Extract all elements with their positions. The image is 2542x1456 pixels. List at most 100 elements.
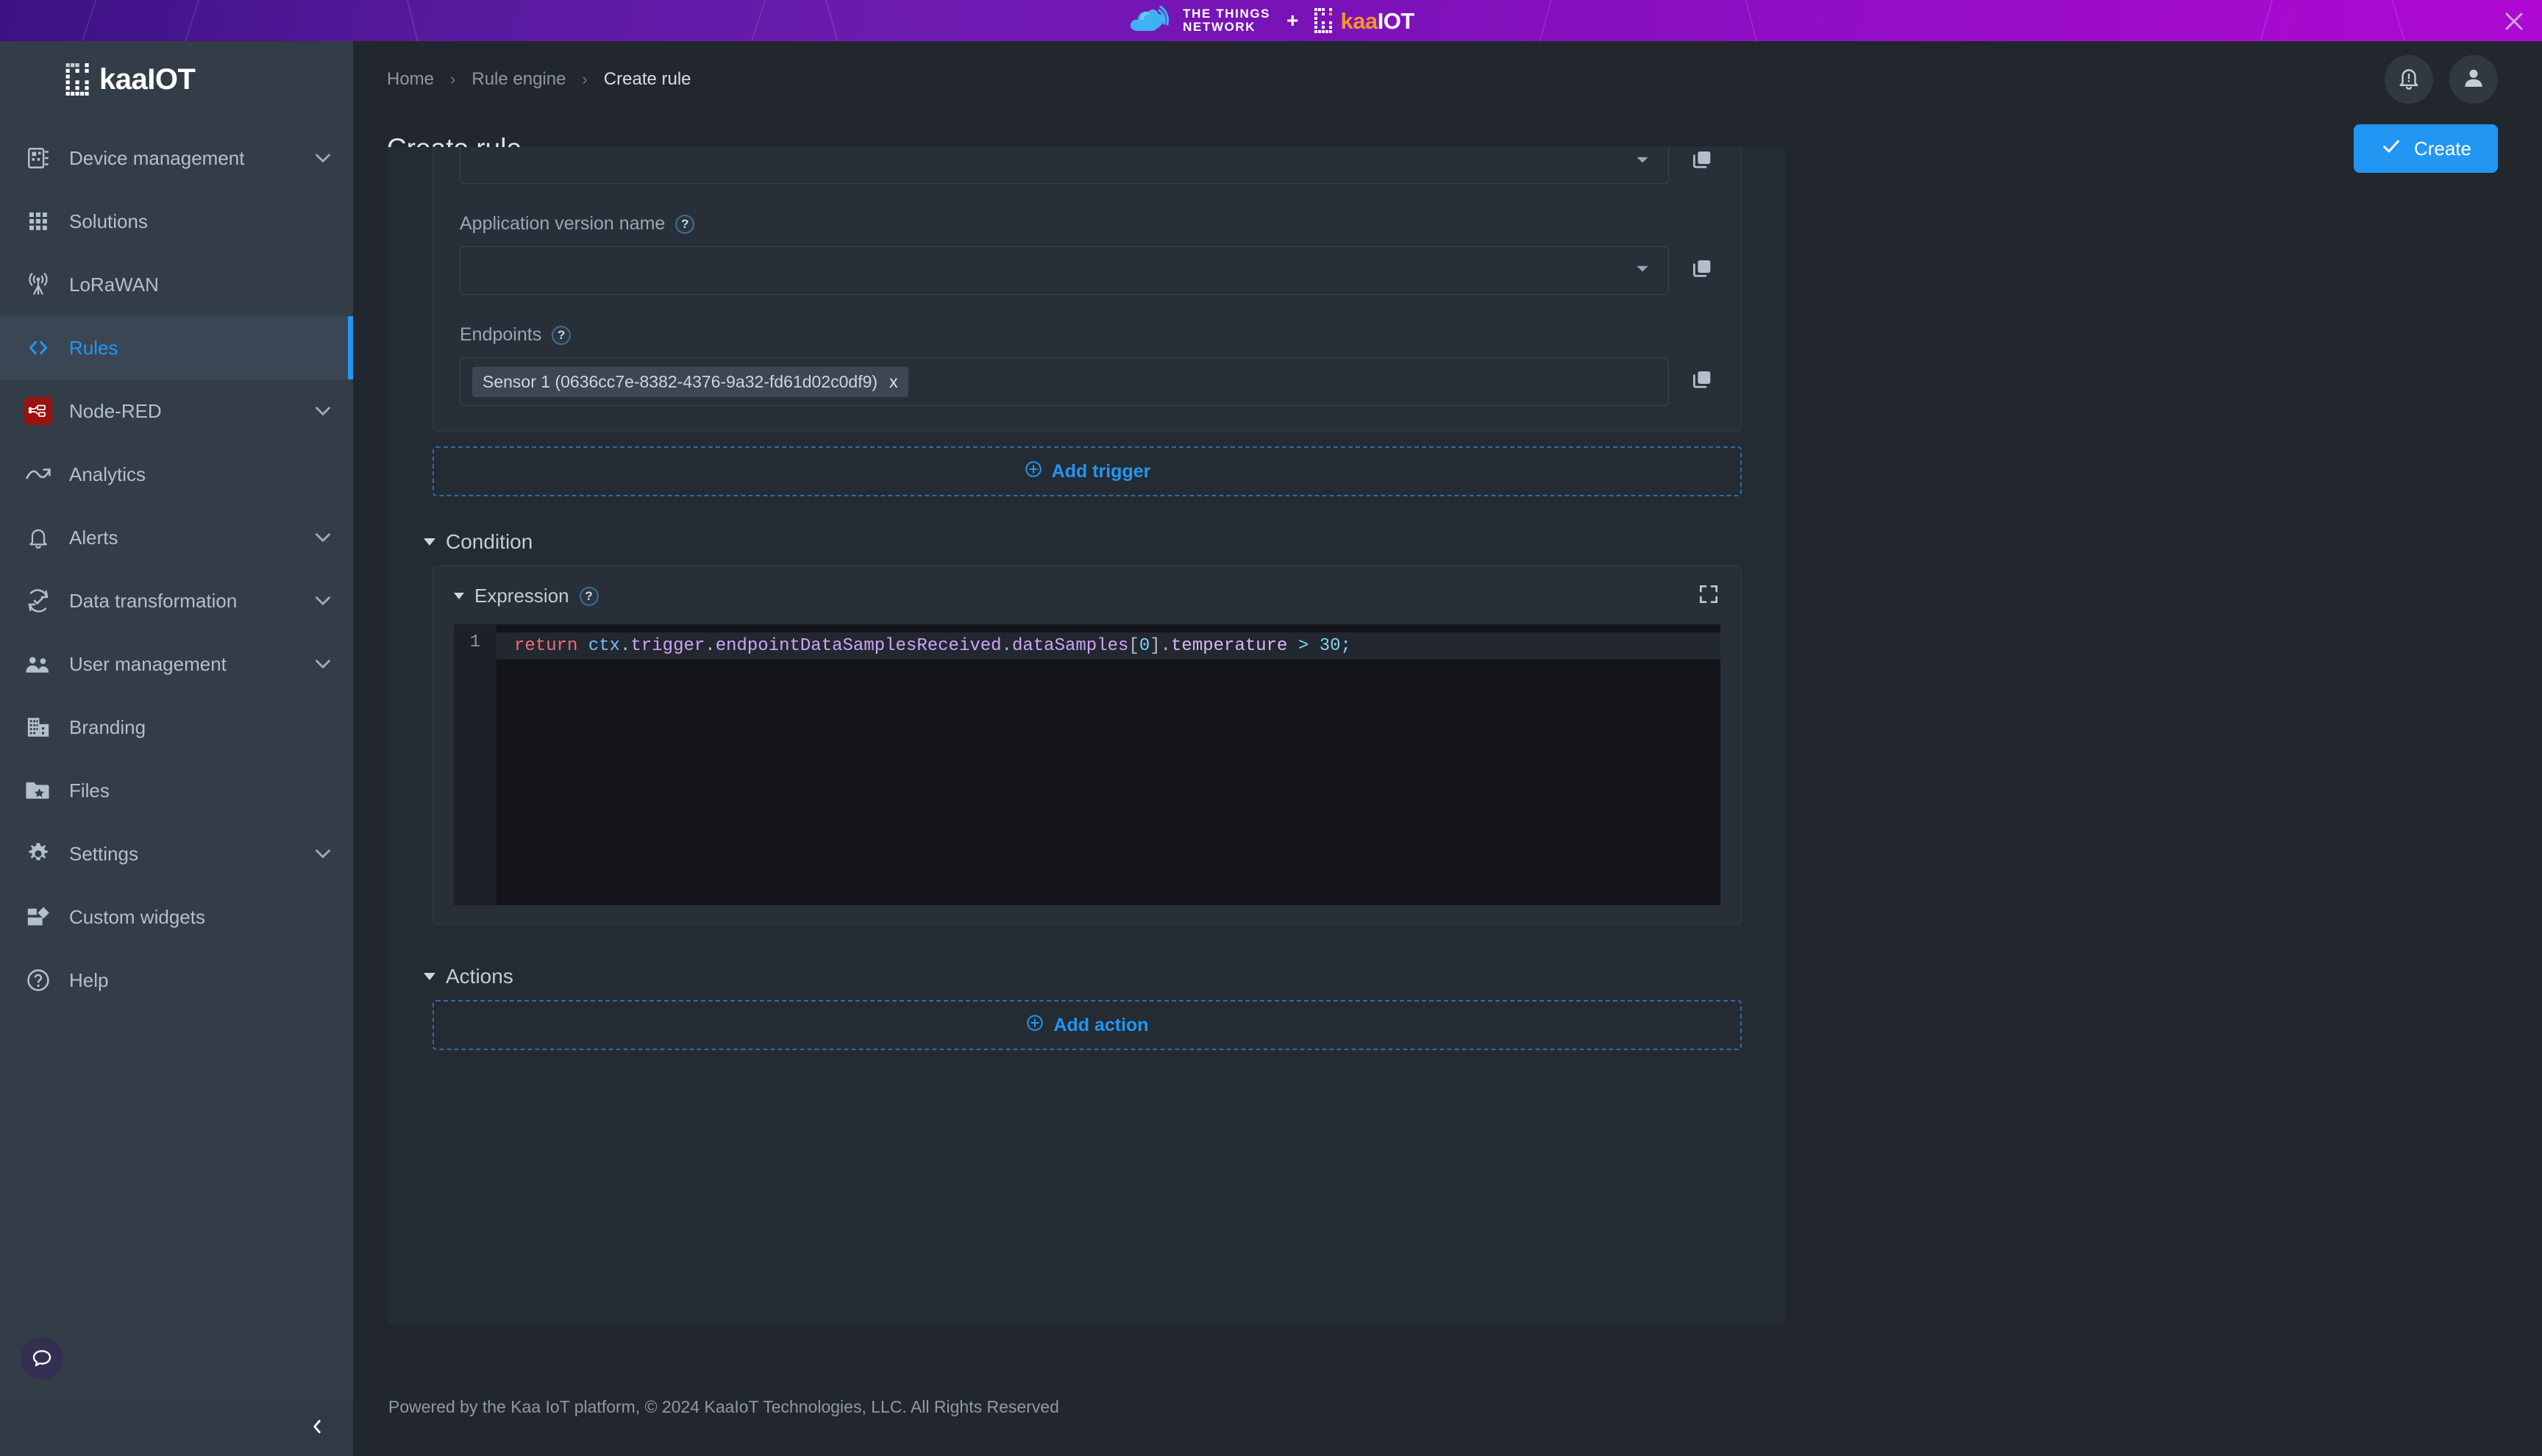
condition-section-header[interactable]: Condition (424, 530, 1786, 554)
field-label-text: Application version name (460, 213, 666, 234)
sidebar-item-label: Analytics (69, 463, 146, 485)
account-button[interactable] (2449, 55, 2498, 104)
expression-header[interactable]: Expression ? (454, 585, 599, 607)
actions-section-header[interactable]: Actions (424, 965, 1786, 988)
close-icon[interactable]: x (889, 372, 898, 392)
help-icon[interactable]: ? (579, 586, 599, 606)
breadcrumb: Home › Rule engine › Create rule (387, 69, 691, 90)
sidebar-item-rules[interactable]: Rules (0, 316, 353, 379)
sidebar-item-alerts[interactable]: Alerts (0, 506, 353, 569)
lorawan-antenna-icon (19, 268, 57, 301)
bell-icon (19, 521, 57, 554)
add-action-label: Add action (1053, 1014, 1149, 1035)
caret-down-icon (424, 538, 435, 546)
code-token: ] (1150, 636, 1161, 656)
building-icon (19, 710, 57, 744)
sidebar-item-label: Solutions (69, 210, 148, 232)
notifications-button[interactable] (2385, 55, 2433, 104)
caret-down-icon (424, 973, 435, 980)
field-application-version-name: Application version name ? (433, 213, 1741, 295)
caret-down-icon (454, 593, 464, 599)
iot-word: IOT (1377, 7, 1415, 34)
field-partial-select (433, 147, 1741, 184)
plus-separator: + (1286, 9, 1299, 32)
endpoints-multiselect[interactable]: Sensor 1 (0636cc7e-8382-4376-9a32-fd61d0… (460, 357, 1669, 406)
sidebar-item-node-red[interactable]: Node-RED (0, 379, 353, 443)
sidebar-collapse-button[interactable] (0, 1400, 353, 1456)
sidebar-item-settings[interactable]: Settings (0, 822, 353, 885)
ttn-line-1: THE THINGS (1183, 7, 1271, 21)
promo-banner: THE THINGS NETWORK + kaaIOT (0, 0, 2542, 41)
chevron-down-icon (1633, 150, 1652, 174)
field-label-text: Endpoints (460, 324, 542, 345)
breadcrumb-item-create-rule: Create rule (603, 69, 691, 89)
expression-code-editor[interactable]: 1 return ctx.trigger.endpointDataSamples… (454, 624, 1720, 905)
partial-select-input[interactable] (460, 147, 1669, 184)
application-version-select[interactable] (460, 246, 1669, 295)
sidebar-item-device-management[interactable]: Device management (0, 126, 353, 190)
fullscreen-expand-icon[interactable] (1697, 582, 1720, 610)
sidebar-item-analytics[interactable]: Analytics (0, 443, 353, 506)
the-things-network-logo: THE THINGS NETWORK (1128, 5, 1271, 35)
expression-card: Expression ? 1 return ctx.trigger.endpoi… (432, 565, 1742, 925)
sidebar-item-solutions[interactable]: Solutions (0, 190, 353, 253)
kaa-pixel-bracket-icon (1314, 8, 1336, 33)
sidebar-logo[interactable]: kaaIOT (0, 41, 353, 118)
breadcrumb-item-rule-engine[interactable]: Rule engine (471, 69, 566, 90)
gear-icon (19, 837, 57, 871)
code-token: dataSamples (1011, 636, 1129, 656)
bell-alert-icon (2396, 65, 2421, 94)
sidebar-item-label: User management (69, 652, 227, 675)
chevron-down-icon (310, 525, 335, 550)
code-token: . (620, 636, 631, 656)
chevron-down-icon (1633, 259, 1652, 283)
kaaiot-banner-logo: kaaIOT (1314, 8, 1414, 33)
expression-heading: Expression (474, 585, 569, 607)
widgets-icon (19, 900, 57, 934)
sidebar-item-data-transformation[interactable]: Data transformation (0, 569, 353, 632)
help-icon[interactable]: ? (552, 325, 572, 345)
code-token: ; (1340, 636, 1351, 656)
chat-bubble-icon[interactable] (21, 1337, 63, 1380)
sidebar-item-label: Files (69, 779, 110, 802)
add-trigger-button[interactable]: Add trigger (432, 446, 1742, 496)
help-icon[interactable]: ? (675, 214, 695, 234)
line-number: 1 (469, 632, 481, 652)
code-token: endpointDataSamplesReceived (715, 636, 1002, 656)
close-icon[interactable] (2502, 10, 2526, 33)
copy-icon[interactable] (1690, 368, 1715, 396)
users-icon (19, 647, 57, 681)
help-circle-icon (19, 963, 57, 997)
kaa-pixel-bracket-icon (65, 63, 96, 96)
sidebar-item-label: Device management (69, 146, 245, 169)
sidebar-item-label: Branding (69, 715, 146, 738)
breadcrumb-item-home[interactable]: Home (387, 69, 434, 90)
sidebar-item-user-management[interactable]: User management (0, 632, 353, 696)
code-token: 30 (1319, 636, 1341, 656)
check-icon (2380, 135, 2402, 163)
sidebar-item-files[interactable]: Files (0, 759, 353, 822)
data-transform-icon (19, 584, 57, 618)
copy-icon[interactable] (1690, 148, 1715, 176)
actions-heading: Actions (446, 965, 513, 988)
sidebar-item-branding[interactable]: Branding (0, 696, 353, 759)
code-token: 0 (1139, 636, 1150, 656)
chevron-down-icon (310, 652, 335, 677)
add-action-button[interactable]: Add action (432, 1000, 1742, 1050)
code-token: [ (1128, 636, 1139, 656)
condition-heading: Condition (446, 530, 533, 553)
code-line[interactable]: return ctx.trigger.endpointDataSamplesRe… (496, 632, 1720, 660)
sidebar-item-label: Help (69, 968, 109, 991)
sidebar: kaaIOT Device management Solutions LoRaW… (0, 41, 353, 1456)
create-button[interactable]: Create (2353, 124, 2498, 173)
sidebar-item-lorawan[interactable]: LoRaWAN (0, 253, 353, 316)
copy-icon[interactable] (1690, 257, 1715, 285)
sidebar-item-custom-widgets[interactable]: Custom widgets (0, 885, 353, 949)
device-management-icon (19, 141, 57, 175)
sidebar-nav: Device management Solutions LoRaWAN Rule… (0, 126, 353, 1012)
sidebar-item-help[interactable]: Help (0, 949, 353, 1012)
ttn-line-2: NETWORK (1183, 20, 1256, 34)
kaa-word: kaa (1340, 7, 1378, 34)
editor-code-area[interactable]: return ctx.trigger.endpointDataSamplesRe… (496, 624, 1720, 905)
